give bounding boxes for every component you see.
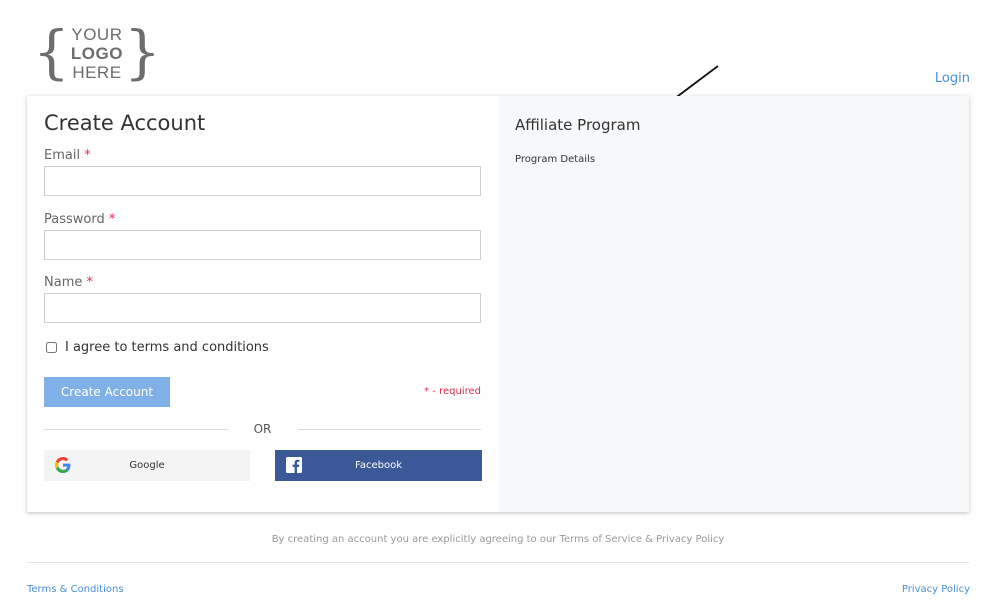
facebook-signin-button[interactable]: Facebook [275, 450, 482, 481]
create-account-button[interactable]: Create Account [44, 377, 170, 407]
logo-line-2: LOGO [70, 44, 123, 63]
affiliate-title: Affiliate Program [515, 116, 641, 134]
google-signin-button[interactable]: Google [44, 450, 250, 481]
logo: { YOUR LOGO HERE } [33, 17, 161, 86]
terms-checkbox[interactable] [46, 342, 57, 353]
privacy-policy-link[interactable]: Privacy Policy [902, 584, 970, 595]
terms-link[interactable]: Terms & Conditions [27, 584, 124, 595]
email-required-star: * [84, 148, 91, 163]
terms-checkbox-label: I agree to terms and conditions [65, 340, 269, 355]
email-input[interactable] [44, 166, 481, 196]
facebook-button-label: Facebook [355, 460, 402, 471]
logo-line-1: YOUR [71, 25, 123, 44]
login-link[interactable]: Login [935, 71, 970, 86]
password-label: Password * [44, 212, 115, 227]
agreement-note: By creating an account you are explicitl… [271, 534, 725, 545]
signup-card: Create Account Email * Password * Name *… [27, 96, 969, 512]
or-label: OR [253, 422, 272, 436]
email-label: Email * [44, 148, 91, 163]
name-label-text: Name [44, 275, 83, 290]
affiliate-panel: Affiliate Program Program Details [499, 96, 969, 512]
logo-brace-open: { [33, 17, 70, 86]
password-input[interactable] [44, 230, 481, 260]
name-input[interactable] [44, 293, 481, 323]
required-note: * - required [424, 386, 481, 397]
name-required-star: * [86, 275, 94, 290]
email-label-text: Email [44, 148, 81, 163]
google-button-label: Google [129, 460, 165, 471]
google-icon [55, 457, 71, 473]
facebook-icon [286, 457, 302, 473]
terms-agreement-row[interactable]: I agree to terms and conditions [46, 340, 269, 355]
name-label: Name * [44, 275, 93, 290]
logo-brace-close: } [123, 17, 161, 86]
footer-divider [27, 562, 969, 563]
password-required-star: * [108, 212, 116, 227]
or-divider: OR [44, 422, 481, 436]
logo-line-3: HERE [72, 63, 122, 82]
form-title: Create Account [44, 111, 206, 135]
logo-text: YOUR LOGO HERE [71, 25, 123, 82]
create-account-form: Create Account Email * Password * Name *… [27, 96, 499, 512]
program-details-label: Program Details [515, 154, 596, 165]
password-label-text: Password [44, 212, 105, 227]
